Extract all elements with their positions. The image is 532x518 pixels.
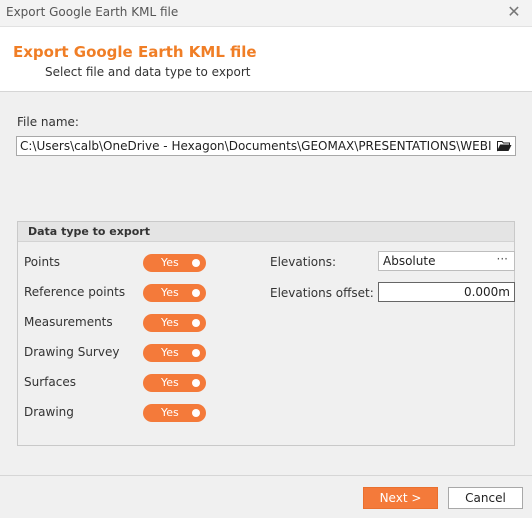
toggle-text: Yes	[161, 406, 179, 419]
toggle-knob	[192, 349, 200, 357]
next-button[interactable]: Next >	[363, 487, 438, 509]
toggle-knob	[192, 259, 200, 267]
drawing-survey-toggle[interactable]: Yes	[143, 344, 206, 362]
elevations-offset-value[interactable]: 0.000m	[464, 285, 510, 299]
toggle-text: Yes	[161, 286, 179, 299]
toggle-text: Yes	[161, 256, 179, 269]
dialog-header: Export Google Earth KML file Select file…	[0, 27, 532, 92]
reference-points-label: Reference points	[24, 285, 126, 299]
toggle-text: Yes	[161, 346, 179, 359]
elevations-select[interactable]: Absolute ···	[378, 251, 515, 271]
dialog-title: Export Google Earth KML file	[13, 43, 257, 61]
ellipsis-icon[interactable]: ···	[497, 252, 508, 266]
elevations-offset-field[interactable]: 0.000m	[378, 282, 515, 302]
toggle-knob	[192, 289, 200, 297]
points-toggle[interactable]: Yes	[143, 254, 206, 272]
measurements-label: Measurements	[24, 315, 113, 329]
points-label: Points	[24, 255, 61, 269]
footer-divider	[0, 475, 532, 476]
window-title: Export Google Earth KML file	[6, 5, 179, 19]
elevations-offset-label: Elevations offset:	[270, 286, 374, 300]
drawing-toggle[interactable]: Yes	[143, 404, 206, 422]
cancel-button[interactable]: Cancel	[448, 487, 523, 509]
drawing-label: Drawing	[24, 405, 74, 419]
reference-points-toggle[interactable]: Yes	[143, 284, 206, 302]
folder-open-icon[interactable]	[497, 140, 512, 152]
file-name-label: File name:	[17, 115, 79, 129]
drawing-survey-label: Drawing Survey	[24, 345, 120, 359]
toggle-knob	[192, 319, 200, 327]
file-name-field[interactable]: C:\Users\calb\OneDrive - Hexagon\Documen…	[16, 136, 516, 156]
toggle-knob	[192, 379, 200, 387]
title-bar: Export Google Earth KML file ✕	[0, 0, 532, 27]
toggle-text: Yes	[161, 316, 179, 329]
close-icon[interactable]: ✕	[506, 2, 522, 21]
surfaces-label: Surfaces	[24, 375, 76, 389]
group-header: Data type to export	[18, 222, 514, 242]
elevations-label: Elevations:	[270, 255, 337, 269]
file-path-value[interactable]: C:\Users\calb\OneDrive - Hexagon\Documen…	[20, 139, 492, 153]
surfaces-toggle[interactable]: Yes	[143, 374, 206, 392]
elevations-value: Absolute	[383, 254, 436, 268]
dialog-subtitle: Select file and data type to export	[45, 65, 251, 79]
toggle-knob	[192, 409, 200, 417]
group-title: Data type to export	[28, 225, 150, 238]
toggle-text: Yes	[161, 376, 179, 389]
measurements-toggle[interactable]: Yes	[143, 314, 206, 332]
